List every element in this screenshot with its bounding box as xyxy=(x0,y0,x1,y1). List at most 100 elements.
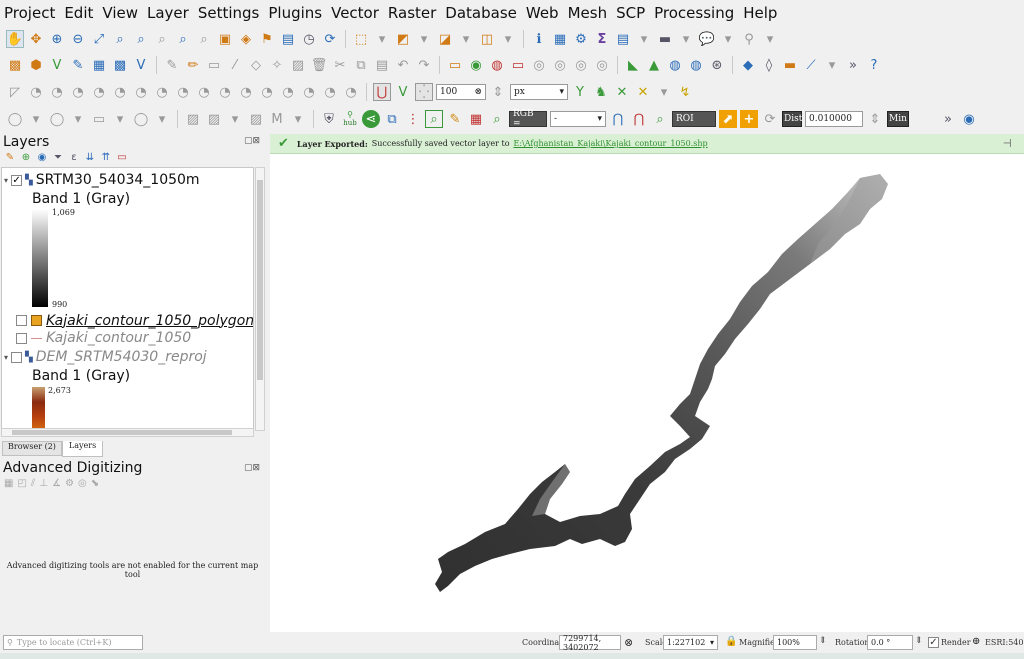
delete-selected-icon[interactable]: 🗑 xyxy=(310,56,328,74)
spin-arrows-icon[interactable]: ⇕ xyxy=(819,636,827,646)
vertex-tool-icon[interactable]: ✧ xyxy=(268,56,286,74)
tracing-icon[interactable]: ✕ xyxy=(613,83,631,101)
dropdown-arrow-icon[interactable]: ▾ xyxy=(226,110,244,128)
dropdown-arrow-icon[interactable]: ▾ xyxy=(719,30,737,48)
layer-visibility-checkbox[interactable] xyxy=(16,315,27,326)
snap-vertex-icon[interactable]: V xyxy=(394,83,412,101)
spin-arrows-icon[interactable]: ⇕ xyxy=(866,110,884,128)
scp-arc-red-icon[interactable]: ⋂ xyxy=(630,110,648,128)
crs-label[interactable]: ESRI:54034 xyxy=(985,638,1024,647)
help-icon[interactable]: ? xyxy=(865,56,883,74)
pin-labels-icon[interactable]: ▭ xyxy=(509,56,527,74)
merge-attributes-icon[interactable]: ◔ xyxy=(321,83,339,101)
lock-icon[interactable]: ⬊ xyxy=(91,478,99,489)
share-icon[interactable]: ⋖ xyxy=(362,110,380,128)
scp-redo-roi-icon[interactable]: ⟳ xyxy=(761,110,779,128)
extents-toggle-icon[interactable]: ⊗ xyxy=(624,636,633,649)
dropdown-arrow-icon[interactable]: ▾ xyxy=(457,30,475,48)
add-vector-layer-icon[interactable]: V xyxy=(48,56,66,74)
float-icon[interactable]: ◎ xyxy=(78,478,87,489)
zoom-full-icon[interactable]: ⤢ xyxy=(90,30,108,48)
layer-row-contour-polygon[interactable]: Kajaki_contour_1050_polygon xyxy=(2,311,253,330)
zoom-native-icon[interactable]: ⌕ xyxy=(153,30,171,48)
html-annotation-icon[interactable]: ▭ xyxy=(90,110,108,128)
shape-digitize-icon[interactable]: ◸ xyxy=(6,83,24,101)
self-snapping-icon[interactable]: ✕ xyxy=(634,83,652,101)
menu-processing[interactable]: Processing xyxy=(654,4,734,22)
dropdown-arrow-icon[interactable]: ▾ xyxy=(635,30,653,48)
filter-legend-icon[interactable]: ⏷ xyxy=(52,151,64,163)
manage-visibility-icon[interactable]: ◉ xyxy=(36,151,48,163)
toolbar-overflow-icon[interactable]: » xyxy=(939,110,957,128)
dropdown-arrow-icon[interactable]: ▾ xyxy=(655,83,673,101)
temporal-controller-icon[interactable]: ◷ xyxy=(300,30,318,48)
fill-ring-icon[interactable]: ◔ xyxy=(111,83,129,101)
menu-layer[interactable]: Layer xyxy=(147,4,189,22)
offset-curve-icon[interactable]: ◔ xyxy=(195,83,213,101)
delete-ring-icon[interactable]: ◔ xyxy=(132,83,150,101)
data-source-manager-icon[interactable]: ▩ xyxy=(6,56,24,74)
statistics-icon[interactable]: Σ xyxy=(593,30,611,48)
scp-band-set-icon[interactable]: ◣ xyxy=(624,56,642,74)
locate-icon[interactable]: ⚲ xyxy=(740,30,758,48)
zoom-to-selection-icon[interactable]: ⌕ xyxy=(111,30,129,48)
modify-attributes-icon[interactable]: ▨ xyxy=(289,56,307,74)
split-features-icon[interactable]: ◔ xyxy=(258,83,276,101)
coordinate-field[interactable]: 7299714, 3402072 xyxy=(559,634,621,652)
semi-auto-icon[interactable]: ◉ xyxy=(960,110,978,128)
current-edits-icon[interactable]: ✎ xyxy=(163,56,181,74)
report-icon[interactable]: ▨ xyxy=(247,110,265,128)
layer-visibility-checkbox[interactable] xyxy=(11,351,23,363)
scp-bandset-icon[interactable]: ⋮ xyxy=(404,110,422,128)
close-message-icon[interactable]: ⊣ xyxy=(1003,137,1012,150)
measure-line-icon[interactable]: ▬ xyxy=(656,30,674,48)
tab-browser[interactable]: Browser (2) xyxy=(2,441,62,456)
magnifier-spinbox[interactable]: 100% xyxy=(773,635,817,650)
scp-rgb-zoom-icon[interactable]: ⌕ xyxy=(488,110,506,128)
locator-search[interactable]: ⚲ Type to locate (Ctrl+K) xyxy=(3,635,143,650)
render-checkbox[interactable]: ✓ xyxy=(928,637,939,648)
save-edits-icon[interactable]: ▭ xyxy=(205,56,223,74)
snap-mode-icon[interactable]: ⁛ xyxy=(415,83,433,101)
select-by-value-icon[interactable]: ◩ xyxy=(394,30,412,48)
show-hide-labels-icon[interactable]: ◎ xyxy=(530,56,548,74)
menu-plugins[interactable]: Plugins xyxy=(268,4,322,22)
annotation-icon[interactable]: ◯ xyxy=(6,110,24,128)
collapse-arrow-icon[interactable]: ▾ xyxy=(4,353,8,362)
reverse-line-icon[interactable]: ◔ xyxy=(216,83,234,101)
layer-row-srtm30[interactable]: ▾ ✓ ▚ SRTM30_54034_1050m xyxy=(4,172,200,188)
svg-annotation-icon[interactable]: ◯ xyxy=(132,110,150,128)
snap-intersection-icon[interactable]: ♞ xyxy=(592,83,610,101)
add-group-icon[interactable]: ⊕ xyxy=(20,151,32,163)
dropdown-arrow-icon[interactable]: ▾ xyxy=(823,56,841,74)
new-map-view-icon[interactable]: ▣ xyxy=(216,30,234,48)
layer-diagram-icon[interactable]: ◉ xyxy=(467,56,485,74)
paste-features-icon[interactable]: ▤ xyxy=(373,56,391,74)
scp-satellite-icon[interactable]: ⊛ xyxy=(708,56,726,74)
add-feature-icon[interactable]: ◇ xyxy=(247,56,265,74)
pan-to-selection-icon[interactable]: ✥ xyxy=(27,30,45,48)
dropdown-arrow-icon[interactable]: ▾ xyxy=(373,30,391,48)
menu-edit[interactable]: Edit xyxy=(64,4,93,22)
collapse-arrow-icon[interactable]: ▾ xyxy=(4,176,8,185)
dropdown-arrow-icon[interactable]: ▾ xyxy=(415,30,433,48)
select-location-icon[interactable]: ◫ xyxy=(478,30,496,48)
scp-globe2-icon[interactable]: ◍ xyxy=(687,56,705,74)
scale-combo[interactable]: 1:227102 ▾ xyxy=(663,635,718,650)
add-raster-layer-icon[interactable]: ✎ xyxy=(69,56,87,74)
change-label-icon[interactable]: ◎ xyxy=(593,56,611,74)
copy-features-icon[interactable]: ⧉ xyxy=(352,56,370,74)
layer-visibility-checkbox[interactable] xyxy=(16,332,27,344)
notes-icon[interactable]: ▬ xyxy=(781,56,799,74)
deselect-features-icon[interactable]: ◪ xyxy=(436,30,454,48)
select-features-icon[interactable]: ⬚ xyxy=(352,30,370,48)
add-virtual-layer-icon[interactable]: V xyxy=(132,56,150,74)
remove-layer-icon[interactable]: ▭ xyxy=(116,151,128,163)
rotate-feature-icon[interactable]: ◔ xyxy=(27,83,45,101)
qgis-hub-icon[interactable]: ⚲ hub xyxy=(341,110,359,128)
menu-scp[interactable]: SCP xyxy=(616,4,645,22)
perpendicular-icon[interactable]: ⊥ xyxy=(39,478,48,489)
dropdown-arrow-icon[interactable]: ▾ xyxy=(677,30,695,48)
tab-layers[interactable]: Layers xyxy=(61,441,104,457)
new-bookmark-icon[interactable]: ⚑ xyxy=(258,30,276,48)
